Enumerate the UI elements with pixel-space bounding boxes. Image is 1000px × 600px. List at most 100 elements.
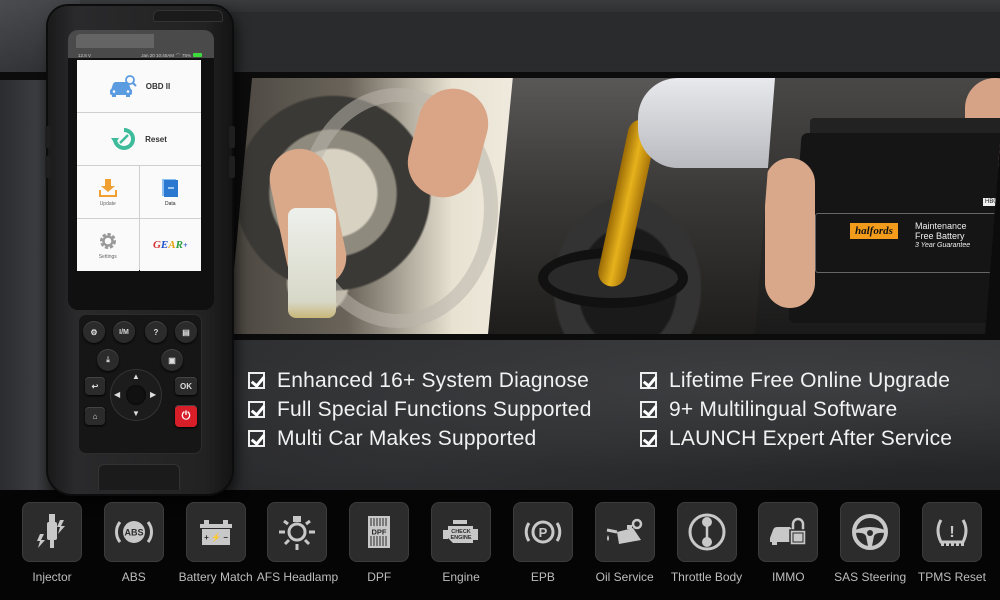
battery-guarantee: 3 Year Guarantee	[915, 242, 971, 249]
battery-level-icon	[193, 53, 202, 57]
tile-data[interactable]: Data	[139, 166, 201, 218]
battery-label-frame	[815, 213, 1000, 273]
function-throttle-body[interactable]: Throttle Body	[667, 492, 747, 600]
tile-obd2[interactable]: OBD II	[77, 60, 201, 112]
back-key[interactable]: ↩	[85, 377, 105, 395]
checkbox-checked-icon	[248, 401, 265, 418]
datetime-readout: Jan 20 10:40AM	[141, 52, 175, 58]
feature-text: 9+ Multilingual Software	[669, 397, 898, 421]
function-tile: P	[512, 502, 573, 562]
function-label: EPB	[530, 570, 555, 584]
function-battery-match[interactable]: + ⚡ − Battery Match	[176, 492, 256, 600]
checkbox-checked-icon	[640, 430, 657, 447]
screenshot-key[interactable]: ▣	[161, 349, 183, 371]
dpad-center[interactable]	[126, 385, 146, 405]
voltage-readout: 12.8 V	[78, 52, 92, 58]
side-grip	[229, 156, 235, 178]
checkbox-checked-icon	[248, 430, 265, 447]
tile-update[interactable]: Update	[77, 166, 139, 218]
im-key[interactable]: I/M	[113, 321, 135, 343]
function-label: AFS Headlamp	[256, 570, 339, 584]
download-key[interactable]: ⤓	[97, 349, 119, 371]
feature-text: Full Special Functions Supported	[277, 397, 592, 421]
function-label: SAS Steering	[834, 570, 907, 584]
epb-text: P	[539, 525, 548, 540]
gear-icon	[99, 232, 116, 249]
report-key[interactable]: ▤	[175, 321, 197, 343]
car-search-icon	[109, 75, 137, 97]
tile-settings[interactable]: Settings	[77, 219, 139, 271]
feature-item: Multi Car Makes Supported	[248, 426, 640, 451]
headlamp-icon	[279, 516, 316, 550]
settings-key[interactable]: ⚙	[83, 321, 105, 343]
function-label: TPMS Reset	[917, 570, 986, 584]
photo-battery-replacement: halfords Maintenance Free Battery 3 Year…	[755, 78, 1000, 334]
function-oil-service[interactable]: Oil Service	[585, 492, 665, 600]
steering-wheel-icon	[852, 514, 889, 550]
function-tile: DPF	[349, 502, 410, 562]
side-grip	[45, 156, 51, 178]
book-icon	[162, 178, 179, 197]
dpad-left-icon[interactable]: ◀	[114, 390, 120, 399]
checkbox-checked-icon	[640, 401, 657, 418]
tile-reset[interactable]: Reset	[77, 113, 201, 165]
side-grip	[45, 126, 51, 148]
home-key[interactable]: ⌂	[85, 407, 105, 425]
function-afs-headlamp[interactable]: AFS Headlamp	[256, 492, 339, 600]
reset-wrench-icon	[111, 128, 136, 150]
hand	[765, 158, 815, 308]
feature-text: Multi Car Makes Supported	[277, 426, 537, 450]
logo-letter: G	[152, 239, 161, 251]
function-label: Oil Service	[595, 570, 654, 584]
dpad-right-icon[interactable]: ▶	[150, 390, 156, 399]
function-dpf[interactable]: DPF DPF	[339, 492, 419, 600]
tile-gear-plus[interactable]: GEAR+	[139, 219, 201, 271]
check-engine-icon: CHECK ENGINE	[443, 520, 479, 543]
function-epb[interactable]: P EPB	[503, 492, 583, 600]
function-tile: CHECK ENGINE	[431, 502, 492, 562]
power-key[interactable]: ⏻	[175, 405, 197, 427]
gear-plus-logo: GEAR+	[153, 239, 188, 251]
function-label: Throttle Body	[670, 570, 743, 584]
tire-pressure-icon: !	[936, 519, 968, 546]
tile-label: Data	[164, 200, 176, 207]
function-sas-steering[interactable]: SAS Steering	[830, 492, 910, 600]
battery-text-line: Free Battery	[915, 231, 965, 241]
ok-key[interactable]: OK	[175, 377, 197, 395]
feature-text: Enhanced 16+ System Diagnose	[277, 368, 590, 392]
battery-text-line: Maintenance	[915, 221, 967, 231]
feature-text: Lifetime Free Online Upgrade	[669, 368, 951, 392]
function-label: ABS	[121, 570, 146, 584]
battery-icon-text: + ⚡ −	[204, 532, 228, 542]
function-tile	[676, 502, 737, 562]
abs-text: ABS	[124, 528, 143, 538]
help-key[interactable]: ?	[145, 321, 167, 343]
tpms-exclamation: !	[949, 524, 954, 541]
function-tile	[22, 502, 82, 562]
logo-letter: +	[182, 241, 188, 250]
feature-item: Full Special Functions Supported	[248, 397, 640, 422]
battery-description: Maintenance Free Battery 3 Year Guarante…	[915, 221, 970, 251]
battery-icon: + ⚡ −	[199, 520, 232, 545]
side-grip	[229, 126, 235, 148]
device-screen: OBD II Reset Update Data Settings GEAR+	[77, 60, 201, 271]
function-tile	[267, 502, 328, 562]
tile-label: OBD II	[145, 81, 171, 91]
battery-percent: 75%	[181, 52, 191, 58]
dpad-down-icon[interactable]: ▼	[132, 409, 140, 418]
feature-item: Enhanced 16+ System Diagnose	[248, 368, 640, 393]
device-foot	[98, 464, 180, 490]
function-injector[interactable]: Injector	[12, 492, 92, 600]
device-keypad: ⚙ I/M ? ▤ ⤓ ▣ ↩ OK ⌂ ⏻ ▲ ▼ ◀ ▶	[78, 314, 202, 454]
top-banner-band	[230, 12, 1000, 70]
function-abs[interactable]: ABS ABS	[94, 492, 174, 600]
parking-brake-icon: P	[524, 520, 562, 544]
function-engine[interactable]: CHECK ENGINE Engine	[421, 492, 501, 600]
function-label: Injector	[32, 570, 72, 584]
function-immo[interactable]: IMMO	[748, 492, 828, 600]
feature-item: Lifetime Free Online Upgrade	[640, 368, 988, 393]
function-tpms-reset[interactable]: ! TPMS Reset	[912, 492, 992, 600]
dpad-up-icon[interactable]: ▲	[132, 372, 140, 381]
feature-item: 9+ Multilingual Software	[640, 397, 988, 422]
checkbox-checked-icon	[640, 372, 657, 389]
